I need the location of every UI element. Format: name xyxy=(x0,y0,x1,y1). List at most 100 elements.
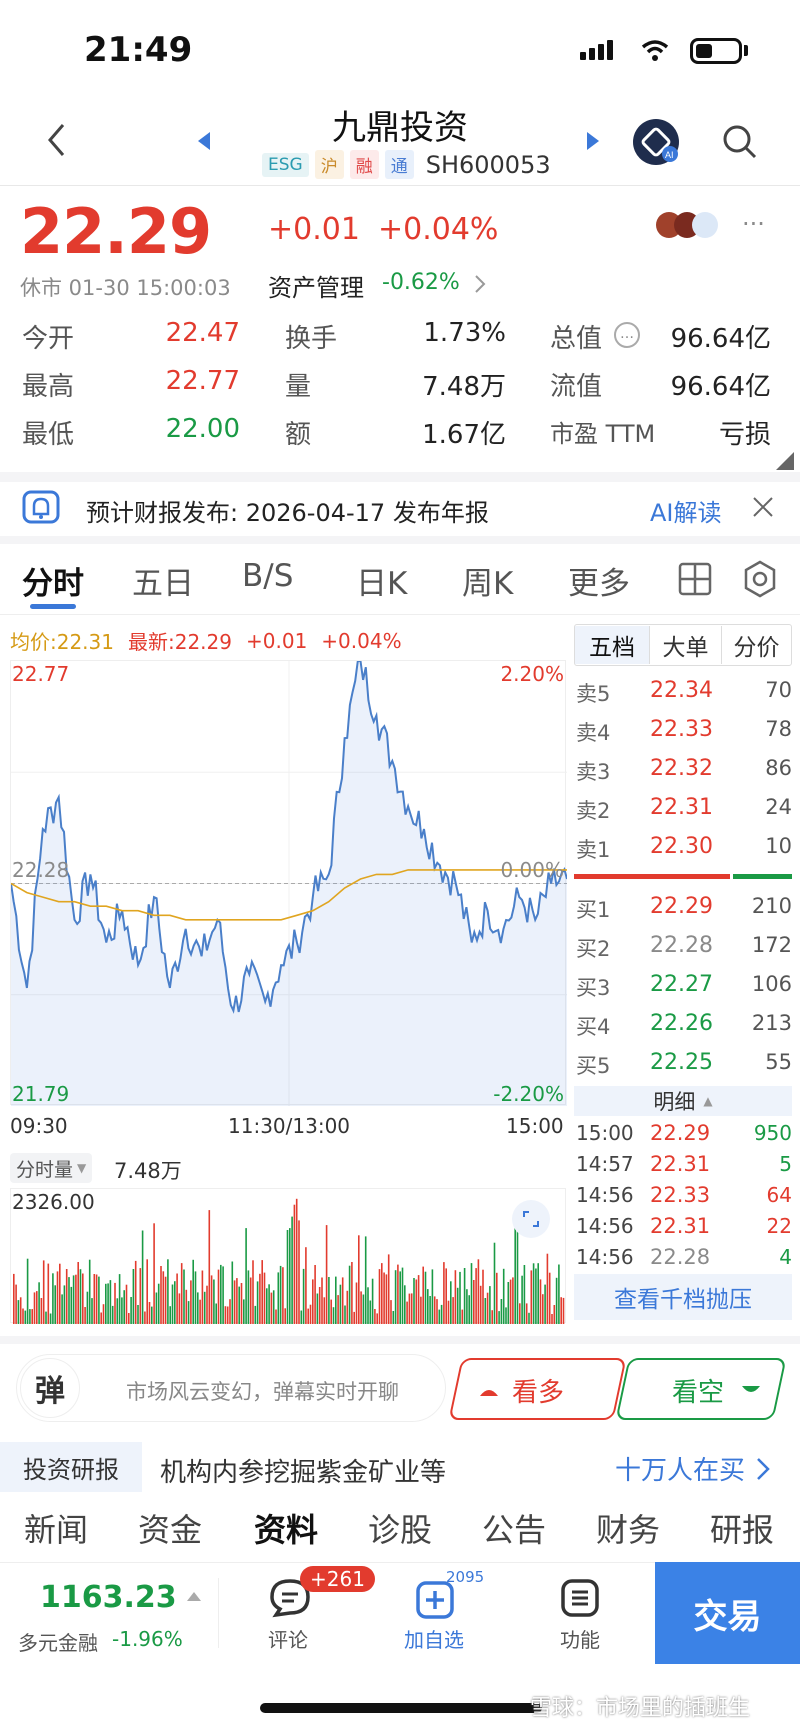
volume-bar xyxy=(316,1293,319,1324)
volume-bar xyxy=(397,1264,399,1324)
volume-bar xyxy=(114,1282,116,1324)
tab-intraday[interactable]: 分时 xyxy=(22,558,84,603)
depth-button[interactable]: 查看千档抛压 xyxy=(574,1274,792,1320)
danmu-placeholder[interactable]: 市场风云变幻，弹幕实时开聊 xyxy=(126,1376,399,1406)
detail-header[interactable]: 明细 ▲ xyxy=(574,1086,792,1116)
info-icon[interactable]: … xyxy=(614,322,640,348)
bear-label-wrap[interactable]: 看空 xyxy=(672,1372,762,1409)
bid-level-label: 买5 xyxy=(576,1054,611,1078)
followers-avatars[interactable] xyxy=(656,212,718,238)
research-headline[interactable]: 机构内参挖掘紫金矿业等 xyxy=(160,1452,446,1489)
tab-five-level[interactable]: 五档 xyxy=(575,626,649,664)
volume-bar xyxy=(291,1216,293,1324)
volume-bar xyxy=(268,1284,270,1324)
search-icon[interactable] xyxy=(722,124,758,160)
tab-profile[interactable]: 资料 xyxy=(254,1505,318,1551)
volume-bar xyxy=(217,1269,220,1324)
tab-weekly-k[interactable]: 周K xyxy=(462,558,513,603)
next-stock-icon[interactable] xyxy=(585,130,601,152)
volume-bar xyxy=(183,1269,185,1324)
volume-bar xyxy=(190,1280,192,1324)
research-link[interactable]: 十万人在买 xyxy=(615,1450,771,1487)
tab-big-order[interactable]: 大单 xyxy=(649,626,721,664)
bull-label-wrap[interactable]: 看多 xyxy=(478,1372,564,1409)
volume-bar xyxy=(125,1284,128,1324)
volume-bar xyxy=(381,1263,383,1324)
stat-label: 市盈 TTM xyxy=(550,420,656,448)
volume-bar xyxy=(132,1269,135,1324)
volume-bar xyxy=(410,1293,413,1324)
volume-bar xyxy=(502,1268,505,1324)
y-axis-high: 22.77 xyxy=(12,662,70,686)
bear-label: 看空 xyxy=(672,1378,725,1408)
volume-bar xyxy=(330,1299,332,1324)
volume-bar xyxy=(546,1253,549,1324)
bid-ratio-bar xyxy=(733,874,792,879)
watch-label[interactable]: 加自选 xyxy=(404,1624,464,1653)
volume-bar xyxy=(302,1268,305,1324)
volume-bar xyxy=(19,1297,22,1324)
bid-volume: 55 xyxy=(765,1050,792,1074)
stock-tags: ESG 沪 融 通 SH600053 xyxy=(262,150,551,179)
stat-label: 最低 xyxy=(22,420,75,450)
volume-selector[interactable]: 分时量 ▼ xyxy=(10,1153,93,1183)
volume-bar xyxy=(530,1270,533,1324)
earnings-notice[interactable]: 预计财报发布: 2026-04-17 发布年报 xyxy=(86,493,489,528)
tag-esg[interactable]: ESG xyxy=(262,152,309,177)
settings-icon[interactable] xyxy=(742,560,778,598)
function-label[interactable]: 功能 xyxy=(560,1624,600,1653)
volume-bar xyxy=(33,1292,36,1324)
tab-diagnosis[interactable]: 诊股 xyxy=(368,1505,432,1551)
volume-bar xyxy=(82,1273,84,1324)
volume-bar xyxy=(401,1267,404,1324)
volume-bar xyxy=(249,1277,252,1324)
volume-bar xyxy=(226,1306,229,1324)
index-value[interactable]: 1163.23 xyxy=(40,1580,177,1615)
tab-daily-k[interactable]: 日K xyxy=(356,558,407,603)
ask-price: 22.30 xyxy=(650,834,713,859)
close-icon[interactable] xyxy=(752,496,774,518)
volume-bar xyxy=(86,1291,89,1324)
sector-change[interactable]: -0.62% xyxy=(382,270,460,295)
research-tag[interactable]: 投资研报 xyxy=(0,1442,142,1492)
ask-level-label: 卖5 xyxy=(576,682,611,706)
tab-bs[interactable]: B/S xyxy=(242,558,293,594)
tab-reports[interactable]: 研报 xyxy=(710,1505,774,1551)
tab-funds[interactable]: 资金 xyxy=(138,1505,202,1551)
ai-interpret-link[interactable]: AI解读 xyxy=(650,493,722,528)
volume-bar xyxy=(341,1277,344,1324)
volume-bar xyxy=(358,1235,360,1324)
ask-volume: 24 xyxy=(765,795,792,819)
volume-bar xyxy=(109,1280,112,1324)
trade-time: 15:00 xyxy=(576,1121,634,1145)
stat-label: 量 xyxy=(285,372,312,402)
tab-price-distribution[interactable]: 分价 xyxy=(721,626,791,664)
fullscreen-icon[interactable] xyxy=(512,1200,550,1238)
tab-five-day[interactable]: 五日 xyxy=(132,558,194,603)
home-indicator[interactable] xyxy=(260,1703,542,1713)
tab-financials[interactable]: 财务 xyxy=(596,1505,660,1551)
ask-price: 22.32 xyxy=(650,756,713,781)
add-watchlist-icon[interactable] xyxy=(415,1580,455,1620)
y-axis-low: 21.79 xyxy=(12,1082,70,1106)
function-menu-icon[interactable] xyxy=(560,1578,600,1618)
ai-assistant-icon[interactable]: AI xyxy=(632,118,680,166)
danmu-icon[interactable]: 弹 xyxy=(20,1358,80,1418)
tab-news[interactable]: 新闻 xyxy=(24,1505,88,1551)
intraday-chart[interactable] xyxy=(10,660,567,1106)
volume-bar xyxy=(560,1297,562,1324)
expand-corner-icon[interactable] xyxy=(776,452,794,470)
tab-more[interactable]: 更多 xyxy=(568,558,630,603)
volume-bar xyxy=(220,1264,222,1324)
grid-layout-icon[interactable] xyxy=(678,562,712,596)
more-icon[interactable]: ··· xyxy=(742,210,765,238)
comment-label[interactable]: 评论 xyxy=(268,1624,308,1653)
volume-bar xyxy=(318,1287,321,1324)
chevron-right-icon[interactable] xyxy=(474,274,486,294)
volume-bar xyxy=(42,1260,45,1324)
sector-name[interactable]: 资产管理 xyxy=(268,268,364,303)
tab-announcements[interactable]: 公告 xyxy=(482,1505,546,1551)
trade-button[interactable]: 交易 xyxy=(655,1562,800,1664)
volume-bar xyxy=(134,1260,137,1324)
volume-bar xyxy=(192,1259,194,1324)
